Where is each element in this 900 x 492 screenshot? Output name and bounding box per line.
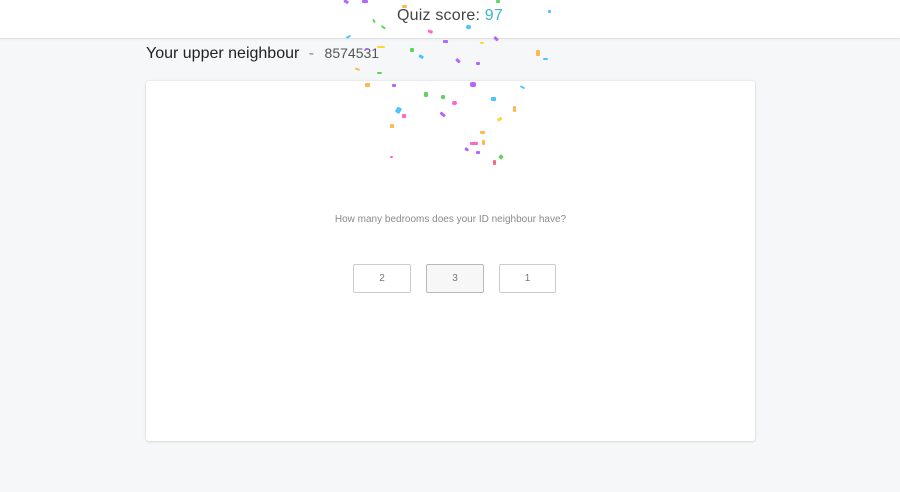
confetti-piece [543,58,548,60]
confetti-piece [476,62,480,65]
confetti-piece [455,58,461,64]
quiz-card: How many bedrooms does your ID neighbour… [146,81,755,441]
confetti-piece [418,54,424,59]
confetti-piece [377,72,382,74]
quiz-score: Quiz score: 97 [0,7,900,25]
page-title-text: Your upper neighbour [146,45,300,62]
answer-option[interactable]: 3 [426,264,484,293]
confetti-piece [355,67,360,71]
confetti-piece [410,48,414,52]
answer-option[interactable]: 2 [353,264,411,293]
answer-option[interactable]: 1 [499,264,556,293]
top-bar: Quiz score: 97 [0,0,900,39]
confetti-piece [536,50,540,56]
title-separator: - [308,45,315,62]
confetti-piece [443,40,448,43]
neighbour-id: 8574531 [324,45,380,61]
confetti-piece [480,42,484,44]
quiz-question: How many bedrooms does your ID neighbour… [334,214,567,225]
quiz-score-label: Quiz score: [397,7,481,24]
quiz-score-value: 97 [484,7,503,24]
answer-options: 2 3 1 [353,264,556,293]
page-title: Your upper neighbour - 8574531 [146,45,379,63]
